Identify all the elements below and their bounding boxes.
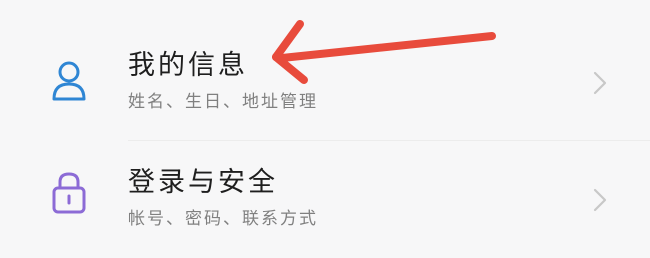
chevron-right-icon (592, 70, 608, 96)
settings-item-subtitle: 帐号、密码、联系方式 (128, 209, 318, 229)
settings-item-login-security[interactable]: 登录与安全 帐号、密码、联系方式 (0, 140, 650, 258)
lock-icon (49, 168, 89, 216)
settings-item-subtitle: 姓名、生日、地址管理 (128, 92, 318, 112)
chevron-right-icon (592, 187, 608, 213)
person-icon (49, 59, 89, 107)
settings-item-my-info[interactable]: 我的信息 姓名、生日、地址管理 (0, 23, 650, 141)
settings-item-title: 我的信息 (128, 50, 248, 81)
settings-item-title: 登录与安全 (128, 167, 278, 198)
